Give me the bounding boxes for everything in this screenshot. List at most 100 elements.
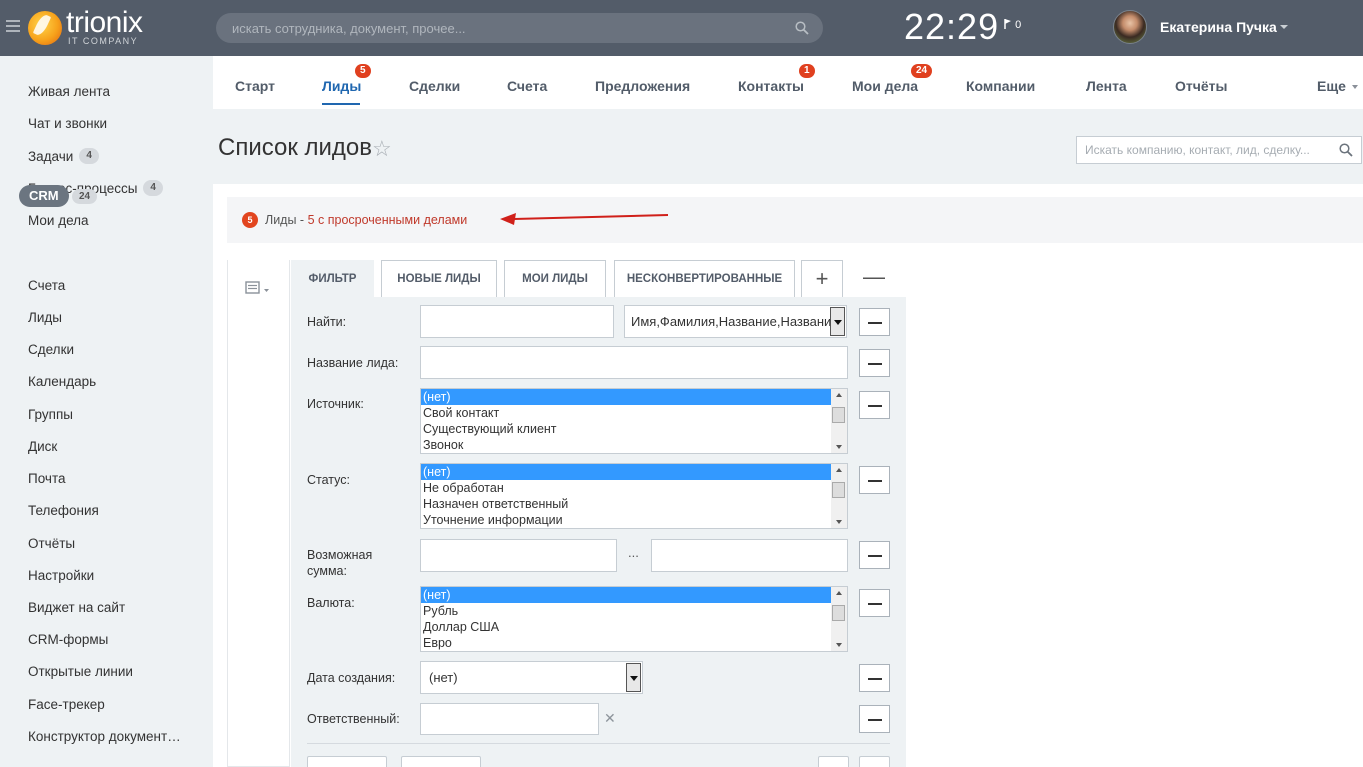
company-logo[interactable]: trionix IT COMPANY	[28, 6, 168, 48]
user-name[interactable]: Екатерина Пучка	[1160, 19, 1277, 35]
sidebar-item-site-widget[interactable]: Виджет на сайт	[28, 597, 125, 619]
scroll-thumb[interactable]	[832, 605, 845, 621]
list-settings-icon[interactable]	[245, 280, 271, 296]
sidebar-item-leads[interactable]: Лиды	[28, 307, 62, 329]
overdue-link[interactable]: 5 с просроченными делами	[308, 213, 468, 227]
remove-field-button[interactable]	[859, 589, 890, 617]
remove-field-button[interactable]	[859, 308, 890, 336]
tab-reports[interactable]: Отчёты	[1175, 78, 1227, 94]
apply-filter-button[interactable]	[307, 756, 387, 767]
crm-search-input[interactable]	[1077, 137, 1327, 163]
sidebar-item-crm[interactable]: CRM	[19, 185, 69, 207]
sidebar-item-settings[interactable]: Настройки	[28, 565, 94, 587]
scroll-down-icon[interactable]	[836, 445, 842, 449]
scroll-down-icon[interactable]	[836, 520, 842, 524]
list-option[interactable]: (нет)	[421, 389, 847, 405]
cancel-filter-button[interactable]	[401, 756, 481, 767]
scroll-thumb[interactable]	[832, 407, 845, 423]
tab-deals[interactable]: Сделки	[409, 78, 460, 94]
sidebar-item-crm-forms[interactable]: CRM-формы	[28, 629, 108, 651]
sidebar-item-deals[interactable]: Сделки	[28, 339, 74, 361]
list-option[interactable]: Назначен ответственный	[421, 496, 847, 512]
star-icon[interactable]: ☆	[372, 136, 392, 162]
amount-from-input[interactable]	[420, 539, 617, 572]
remove-field-button[interactable]	[859, 705, 890, 733]
sidebar-item-open-lines[interactable]: Открытые линии	[28, 661, 133, 683]
list-option[interactable]: (нет)	[421, 464, 847, 480]
list-option[interactable]: Существующий клиент	[421, 421, 847, 437]
collapse-filter-button[interactable]: —	[862, 266, 886, 290]
tab-my-activities[interactable]: Мои дела	[852, 78, 918, 94]
scroll-up-icon[interactable]	[836, 393, 842, 397]
tab-quotes[interactable]: Предложения	[595, 78, 690, 94]
remove-field-button[interactable]	[859, 466, 890, 494]
filter-options-button[interactable]	[859, 756, 890, 767]
lead-name-input[interactable]	[420, 346, 848, 379]
remove-field-button[interactable]	[859, 349, 890, 377]
overdue-alert-text[interactable]: Лиды - 5 с просроченными делами	[265, 213, 467, 227]
created-date-select[interactable]: (нет)	[420, 661, 643, 694]
tab-leads[interactable]: Лиды	[322, 78, 361, 94]
scroll-up-icon[interactable]	[836, 468, 842, 472]
find-input[interactable]	[420, 305, 614, 338]
sidebar-item-mail[interactable]: Почта	[28, 468, 66, 490]
remove-field-button[interactable]	[859, 541, 890, 569]
list-option[interactable]: Рубль	[421, 603, 847, 619]
tab-my-leads[interactable]: МОИ ЛИДЫ	[504, 260, 606, 297]
sidebar-item-disk[interactable]: Диск	[28, 436, 57, 458]
tab-unconverted[interactable]: НЕСКОНВЕРТИРОВАННЫЕ	[614, 260, 795, 297]
find-fields-select[interactable]: Имя,Фамилия,Название,Название	[624, 305, 847, 338]
scrollbar[interactable]	[831, 389, 847, 453]
scroll-down-icon[interactable]	[836, 643, 842, 647]
sidebar-item-tasks[interactable]: Задачи 4	[28, 146, 99, 168]
sidebar-item-live-feed[interactable]: Живая лента	[28, 81, 110, 103]
list-option[interactable]: Уточнение информации	[421, 512, 847, 528]
add-filter-button[interactable]: +	[801, 260, 843, 297]
global-search-input[interactable]	[216, 13, 786, 43]
notifications-counter[interactable]: 0	[1004, 19, 1021, 31]
list-option[interactable]: Евро	[421, 635, 847, 651]
tab-companies[interactable]: Компании	[966, 78, 1035, 94]
sidebar-item-reports[interactable]: Отчёты	[28, 533, 75, 555]
scroll-up-icon[interactable]	[836, 591, 842, 595]
tab-start[interactable]: Старт	[235, 78, 275, 94]
menu-icon[interactable]	[6, 20, 20, 34]
list-option[interactable]: Не обработан	[421, 480, 847, 496]
chevron-down-icon[interactable]	[626, 663, 641, 692]
remove-field-button[interactable]	[859, 664, 890, 692]
chevron-down-icon[interactable]	[1352, 85, 1358, 89]
tab-filter[interactable]: ФИЛЬТР	[291, 260, 374, 297]
sidebar-item-groups[interactable]: Группы	[28, 404, 73, 426]
sidebar-item-invoices[interactable]: Счета	[28, 275, 65, 297]
sidebar-item-doc-constructor[interactable]: Конструктор документ…	[28, 726, 181, 748]
sidebar-item-telephony[interactable]: Телефония	[28, 500, 99, 522]
sidebar-item-my-activities[interactable]: Мои дела	[28, 210, 89, 232]
search-icon[interactable]	[795, 21, 809, 35]
list-option[interactable]: Доллар США	[421, 619, 847, 635]
source-listbox[interactable]: (нет) Свой контакт Существующий клиент З…	[420, 388, 848, 454]
close-icon[interactable]: ✕	[604, 710, 616, 727]
list-option[interactable]: Свой контакт	[421, 405, 847, 421]
tab-feed[interactable]: Лента	[1086, 78, 1127, 94]
sidebar-item-face-tracker[interactable]: Face-трекер	[28, 694, 105, 716]
scrollbar[interactable]	[831, 587, 847, 651]
list-option[interactable]: (нет)	[421, 587, 847, 603]
tab-contacts[interactable]: Контакты	[738, 78, 804, 94]
responsible-input[interactable]	[420, 703, 599, 735]
tab-more[interactable]: Еще	[1317, 78, 1346, 94]
currency-listbox[interactable]: (нет) Рубль Доллар США Евро	[420, 586, 848, 652]
sidebar-item-chat[interactable]: Чат и звонки	[28, 113, 107, 135]
amount-to-input[interactable]	[651, 539, 848, 572]
sidebar-item-calendar[interactable]: Календарь	[28, 371, 96, 393]
remove-field-button[interactable]	[859, 391, 890, 419]
filter-options-button[interactable]	[818, 756, 849, 767]
tab-invoices[interactable]: Счета	[507, 78, 547, 94]
list-option[interactable]: Звонок	[421, 437, 847, 453]
chevron-down-icon[interactable]	[830, 307, 845, 336]
chevron-down-icon[interactable]	[1280, 25, 1288, 29]
status-listbox[interactable]: (нет) Не обработан Назначен ответственны…	[420, 463, 848, 529]
scrollbar[interactable]	[831, 464, 847, 528]
scroll-thumb[interactable]	[832, 482, 845, 498]
user-avatar[interactable]	[1113, 10, 1147, 44]
clock[interactable]: 22:29	[904, 6, 999, 48]
